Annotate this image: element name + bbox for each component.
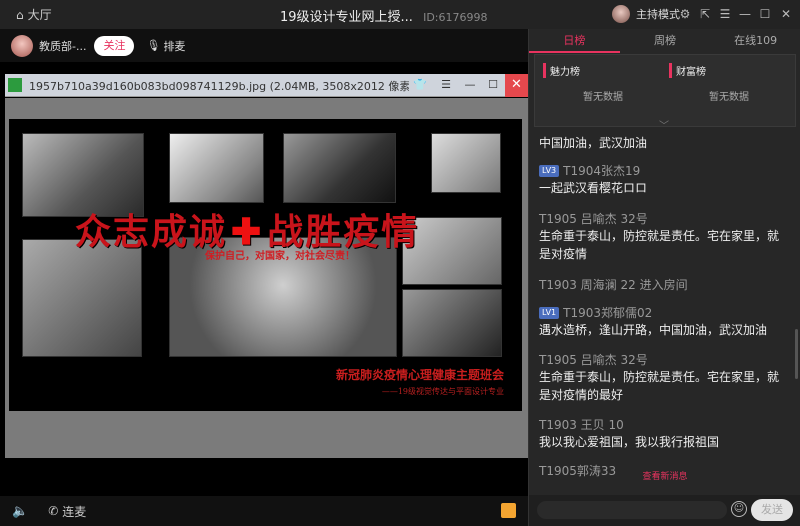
image-stage: 众志成诚 ✚ 战胜疫情 保护自己，对国家，对社会尽责！ 新冠肺炎疫情心理健康主题班会… bbox=[5, 98, 528, 458]
chat-input-bar: ☺ 发送 bbox=[529, 495, 800, 526]
chat-system-note: T1903 周海澜 22 进入房间 bbox=[539, 278, 688, 292]
avatar[interactable] bbox=[11, 34, 33, 57]
popout-icon[interactable]: ⇱ bbox=[698, 7, 712, 21]
chat-scrollbar[interactable] bbox=[795, 329, 798, 379]
room-title: 19级设计专业网上授... ID:6176998 bbox=[280, 6, 488, 25]
chat-author-name[interactable]: T1905 吕喻杰 32号 bbox=[539, 351, 648, 368]
image-viewer-titlebar: 1957b710a39d160b083bd098741129b.jpg (2.0… bbox=[5, 74, 528, 97]
chat-text: 中国加油，武汉加油 bbox=[539, 136, 648, 150]
viewer-title: 1957b710a39d160b083bd098741129b.jpg (2.0… bbox=[29, 80, 409, 93]
host-mode[interactable]: 主持模式 bbox=[612, 5, 680, 23]
list-item: LV1 T1903郑郁儒02 遇水造桥，逢山开路，中国加油，武汉加油 bbox=[539, 304, 789, 339]
chat-author-name[interactable]: T1904张杰19 bbox=[563, 162, 640, 179]
chat-text: 生命重于泰山，防控就是责任。宅在家里，就是对疫情的最好 bbox=[539, 370, 780, 402]
chat-author: LV1 T1903郑郁儒02 bbox=[539, 304, 789, 321]
menu-icon[interactable]: ☰ bbox=[438, 77, 454, 93]
lobby-button[interactable]: ⌂ 大厅 bbox=[16, 6, 52, 23]
chat-input[interactable] bbox=[537, 501, 727, 519]
poster-photo bbox=[402, 289, 502, 357]
rank-tabs: 日榜 周榜 在线109 bbox=[529, 29, 800, 53]
home-icon: ⌂ bbox=[16, 7, 24, 22]
level-badge: LV1 bbox=[539, 306, 560, 319]
list-item: LV3 T1904张杰19 一起武汉看樱花ロロ bbox=[539, 162, 789, 197]
see-new-messages[interactable]: 查看新消息 bbox=[529, 469, 800, 482]
chat-text: 一起武汉看樱花ロロ bbox=[539, 181, 648, 195]
list-item: T1903 王贝 10 我以我心爱祖国，我以我行报祖国 bbox=[539, 416, 789, 451]
anchor-bar: 教质部-... 关注 🎙 排麦 bbox=[0, 29, 528, 62]
tab-online[interactable]: 在线109 bbox=[710, 29, 800, 53]
charm-rank-empty: 暂无数据 bbox=[583, 92, 623, 103]
charm-rank: 魅力榜 暂无数据 bbox=[543, 63, 663, 103]
poster-photo bbox=[283, 133, 396, 203]
poster-title: 新冠肺炎疫情心理健康主题班会 bbox=[335, 368, 504, 382]
menu-icon[interactable]: ☰ bbox=[718, 7, 732, 21]
emoji-icon[interactable]: ☺ bbox=[731, 501, 747, 517]
chat-author: T1903 王贝 10 bbox=[539, 416, 789, 433]
shirt-icon[interactable]: 👕 bbox=[412, 77, 428, 93]
wealth-rank-title: 财富榜 bbox=[669, 63, 789, 78]
poster-image: 众志成诚 ✚ 战胜疫情 保护自己，对国家，对社会尽责！ 新冠肺炎疫情心理健康主题班会… bbox=[9, 119, 522, 411]
tab-weekly[interactable]: 周榜 bbox=[620, 29, 711, 53]
level-badge: LV3 bbox=[539, 164, 560, 177]
chat-author: T1905 吕喻杰 32号 bbox=[539, 351, 789, 368]
volume-icon[interactable]: 🔈 bbox=[12, 504, 28, 519]
wealth-rank: 财富榜 暂无数据 bbox=[669, 63, 789, 103]
chat-author: LV3 T1904张杰19 bbox=[539, 162, 789, 179]
chat-text: 我以我心爱祖国，我以我行报祖国 bbox=[539, 435, 720, 449]
avatar bbox=[612, 5, 630, 23]
chat-author-name[interactable]: T1903 王贝 10 bbox=[539, 416, 624, 433]
chat-author: T1903 周海澜 22 进入房间 bbox=[539, 276, 789, 293]
poster-photo bbox=[431, 133, 501, 193]
mic-icon: 🎙 bbox=[146, 39, 161, 52]
follow-button[interactable]: 关注 bbox=[94, 35, 135, 56]
settings-icon[interactable]: ⚙ bbox=[678, 7, 692, 21]
wealth-rank-empty: 暂无数据 bbox=[709, 92, 749, 103]
room-id: ID:6176998 bbox=[423, 11, 488, 24]
lobby-label: 大厅 bbox=[27, 8, 52, 22]
phone-icon: ✆ bbox=[48, 504, 59, 518]
viewer-close-button[interactable]: ✕ bbox=[505, 74, 528, 97]
close-icon[interactable]: ✕ bbox=[779, 7, 793, 21]
list-item: T1905 吕喻杰 32号 生命重于泰山，防控就是责任。宅在家里，就是对疫情的最… bbox=[539, 351, 789, 404]
connect-mic-label: 连麦 bbox=[62, 504, 87, 519]
list-item: 中国加油，武汉加油 bbox=[539, 134, 789, 152]
rank-label: 排麦 bbox=[163, 39, 186, 53]
send-button[interactable]: 发送 bbox=[751, 499, 793, 521]
chat-text: 生命重于泰山，防控就是责任。宅在家里，就是对疫情 bbox=[539, 229, 780, 261]
chat-text: 遇水造桥，逢山开路，中国加油，武汉加油 bbox=[539, 323, 768, 337]
charm-rank-title: 魅力榜 bbox=[543, 63, 663, 78]
maximize-icon[interactable]: ☐ bbox=[758, 7, 772, 21]
maximize-icon[interactable]: ☐ bbox=[485, 77, 501, 93]
list-item: T1905 吕喻杰 32号 生命重于泰山，防控就是责任。宅在家里，就是对疫情 bbox=[539, 210, 789, 263]
list-item: T1903 周海澜 22 进入房间 bbox=[539, 276, 789, 293]
minimize-icon[interactable]: — bbox=[462, 77, 478, 93]
tab-daily[interactable]: 日榜 bbox=[529, 29, 620, 53]
room-title-text: 19级设计专业网上授... bbox=[280, 10, 413, 25]
poster-subtitle: ——19级视觉传达与平面设计专业 bbox=[381, 387, 504, 396]
rank-button[interactable]: 🎙 排麦 bbox=[146, 38, 185, 54]
chat-list: 中国加油，武汉加油 LV3 T1904张杰19 一起武汉看樱花ロロ T1905 吕… bbox=[529, 130, 800, 495]
host-mode-label: 主持模式 bbox=[636, 8, 680, 21]
poster-subslogan: 保护自己，对国家，对社会尽责！ bbox=[205, 251, 355, 262]
poster-photo bbox=[22, 239, 142, 357]
side-panel: 日榜 周榜 在线109 魅力榜 暂无数据 财富榜 暂无数据 ﹀ 中国加油，武汉加… bbox=[528, 29, 800, 526]
anchor-name[interactable]: 教质部-... bbox=[39, 38, 86, 54]
connect-mic-button[interactable]: ✆ 连麦 bbox=[48, 503, 86, 520]
chat-author-name[interactable]: T1905 吕喻杰 32号 bbox=[539, 210, 648, 227]
poster-photo bbox=[169, 133, 264, 203]
title-bar: ⌂ 大厅 19级设计专业网上授... ID:6176998 主持模式 ⚙ ⇱ ☰… bbox=[0, 0, 800, 29]
control-bar: 🔈 ✆ 连麦 bbox=[0, 496, 528, 526]
rank-board: 魅力榜 暂无数据 财富榜 暂无数据 ﹀ bbox=[534, 54, 796, 132]
chat-author: T1905 吕喻杰 32号 bbox=[539, 210, 789, 227]
gift-icon[interactable] bbox=[501, 503, 516, 518]
viewer-app-icon bbox=[8, 78, 22, 92]
chat-author-name[interactable]: T1903郑郁儒02 bbox=[563, 304, 652, 321]
minimize-icon[interactable]: — bbox=[738, 7, 752, 21]
